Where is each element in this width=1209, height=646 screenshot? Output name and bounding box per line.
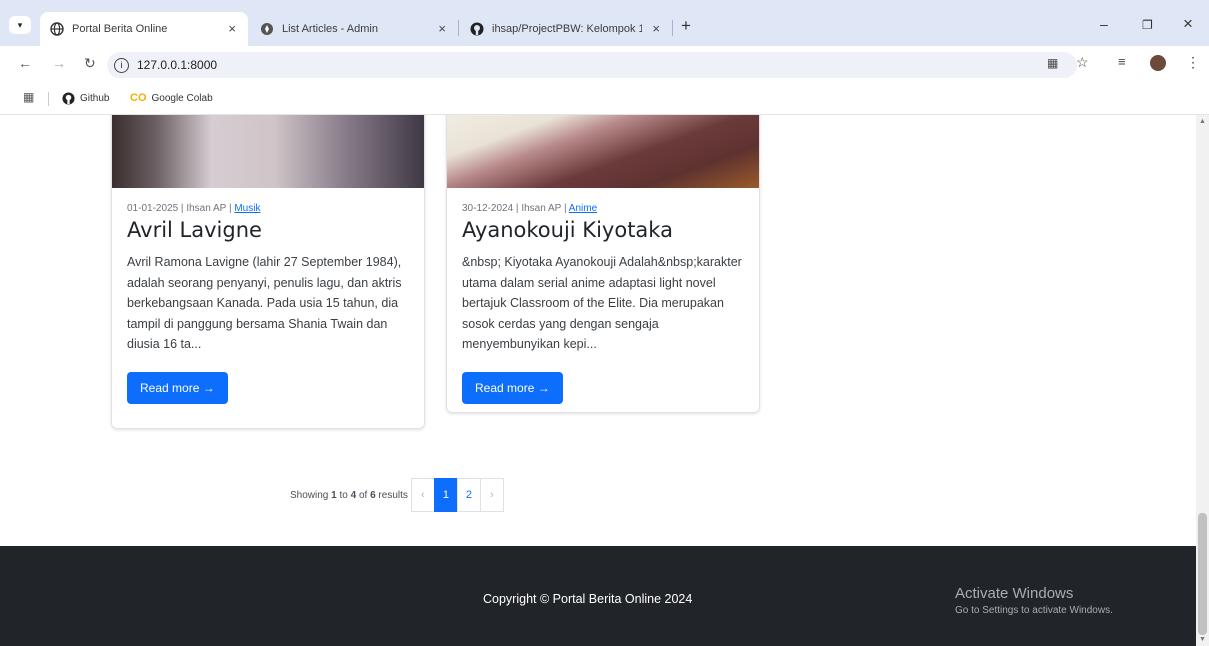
site-footer: Copyright © Portal Berita Online 2024 Ac…	[0, 546, 1196, 646]
menu-kebab-icon[interactable]: ⋮	[1186, 54, 1200, 71]
scroll-down-arrow-icon[interactable]: ▼	[1199, 636, 1206, 643]
pagination-summary: Showing 1 to 4 of 6 results	[290, 490, 408, 501]
pagination-page-2[interactable]: 2	[456, 478, 481, 512]
tab-label: Portal Berita Online	[72, 23, 168, 35]
scrollbar-thumb[interactable]	[1198, 513, 1207, 635]
colab-icon: CO	[130, 92, 147, 104]
pagination: Showing 1 to 4 of 6 results ‹ 1 2 ›	[290, 478, 504, 512]
github-icon	[470, 22, 484, 36]
tab-github-project[interactable]: ihsap/ProjectPBW: Kelompok 1 ×	[460, 12, 672, 46]
tab-list-articles[interactable]: List Articles - Admin ×	[250, 12, 458, 46]
article-meta: 30-12-2024 | Ihsan AP | Anime	[462, 203, 598, 214]
url-field[interactable]: i 127.0.0.1:8000	[107, 52, 1077, 78]
address-bar: ← → ↻ i 127.0.0.1:8000 ▦ ☆ ≡ ⋮	[0, 46, 1209, 84]
pagination-to: 4	[350, 489, 357, 501]
tab-close-icon[interactable]: ×	[652, 21, 660, 36]
reload-icon[interactable]: ↻	[84, 55, 96, 72]
tab-portal-berita[interactable]: Portal Berita Online ×	[40, 12, 248, 46]
bookmarks-bar: ▦ Github CO Google Colab	[0, 84, 1209, 115]
pagination-page-1[interactable]: 1	[433, 478, 458, 512]
tab-label: ihsap/ProjectPBW: Kelompok 1	[492, 23, 642, 35]
pagination-from: 1	[331, 489, 337, 501]
bookmark-label: Google Colab	[151, 92, 213, 104]
pagination-total: 6	[370, 489, 376, 501]
article-card: 30-12-2024 | Ihsan AP | Anime Ayanokouji…	[446, 115, 760, 413]
compass-icon	[261, 23, 273, 35]
tab-divider	[672, 20, 673, 36]
tab-search-chevron-icon[interactable]: ▾	[9, 16, 31, 34]
forward-arrow-icon[interactable]: →	[52, 55, 66, 71]
page-scrollbar[interactable]: ▲ ▼	[1196, 115, 1209, 646]
article-card: 01-01-2025 | Ihsan AP | Musik Avril Lavi…	[111, 115, 425, 429]
article-category-link[interactable]: Anime	[569, 203, 597, 214]
article-author: Ihsan AP	[186, 203, 227, 214]
read-more-button[interactable]: Read more →	[462, 371, 563, 404]
pagination-summary-prefix: Showing	[290, 489, 329, 501]
profile-avatar[interactable]	[1150, 55, 1166, 71]
article-image[interactable]	[112, 115, 424, 188]
page-content: 01-01-2025 | Ihsan AP | Musik Avril Lavi…	[0, 115, 1196, 646]
restore-button[interactable]: ❐	[1142, 18, 1153, 32]
pagination-next-button[interactable]: ›	[479, 478, 504, 512]
tab-close-icon[interactable]: ×	[438, 21, 446, 36]
bookmarks-divider	[48, 92, 49, 106]
minimize-button[interactable]: –	[1100, 16, 1108, 32]
site-info-icon[interactable]: i	[114, 57, 129, 73]
read-more-button[interactable]: Read more →	[127, 371, 228, 404]
new-tab-button[interactable]: +	[681, 16, 691, 36]
browser-tab-bar: ▾ Portal Berita Online × List Articles -…	[0, 0, 1209, 46]
bookmark-star-icon[interactable]: ☆	[1076, 54, 1089, 71]
bookmark-github[interactable]: Github	[62, 92, 109, 105]
article-excerpt: Avril Ramona Lavigne (lahir 27 September…	[127, 255, 402, 351]
url-text: 127.0.0.1:8000	[137, 58, 218, 72]
footer-copyright: Copyright © Portal Berita Online 2024	[483, 592, 693, 606]
globe-icon	[50, 22, 64, 36]
pagination-results-word: results	[378, 489, 408, 501]
github-icon	[62, 92, 75, 105]
bookmark-google-colab[interactable]: CO Google Colab	[130, 92, 213, 104]
pagination-prev-button[interactable]: ‹	[410, 478, 435, 512]
apps-grid-icon[interactable]: ▦	[23, 90, 34, 104]
bookmark-label: Github	[80, 93, 110, 104]
article-author: Ihsan AP	[521, 203, 562, 214]
article-image[interactable]	[447, 115, 759, 188]
watermark-title: Activate Windows	[955, 585, 1074, 602]
back-arrow-icon[interactable]: ←	[18, 55, 32, 71]
article-title[interactable]: Ayanokouji Kiyotaka	[462, 218, 744, 242]
article-category-link[interactable]: Musik	[234, 203, 260, 214]
close-window-button[interactable]: ×	[1183, 14, 1193, 34]
pagination-of-word: of	[358, 489, 368, 501]
tab-close-icon[interactable]: ×	[228, 21, 236, 36]
article-title[interactable]: Avril Lavigne	[127, 218, 409, 242]
reading-list-icon[interactable]: ≡	[1118, 54, 1126, 69]
watermark-subtitle: Go to Settings to activate Windows.	[955, 605, 1113, 616]
tab-divider	[458, 20, 459, 36]
article-meta: 01-01-2025 | Ihsan AP | Musik	[127, 203, 261, 214]
article-excerpt: &nbsp; Kiyotaka Ayanokouji Adalah&nbsp;k…	[462, 255, 742, 351]
windows-activation-watermark: Activate Windows Go to Settings to activ…	[955, 585, 1113, 616]
article-date: 01-01-2025	[127, 203, 179, 214]
translate-icon[interactable]: ▦	[1047, 56, 1058, 70]
scroll-up-arrow-icon[interactable]: ▲	[1199, 118, 1206, 125]
pagination-to-word: to	[339, 489, 348, 501]
tab-label: List Articles - Admin	[282, 23, 378, 35]
article-date: 30-12-2024	[462, 203, 514, 214]
